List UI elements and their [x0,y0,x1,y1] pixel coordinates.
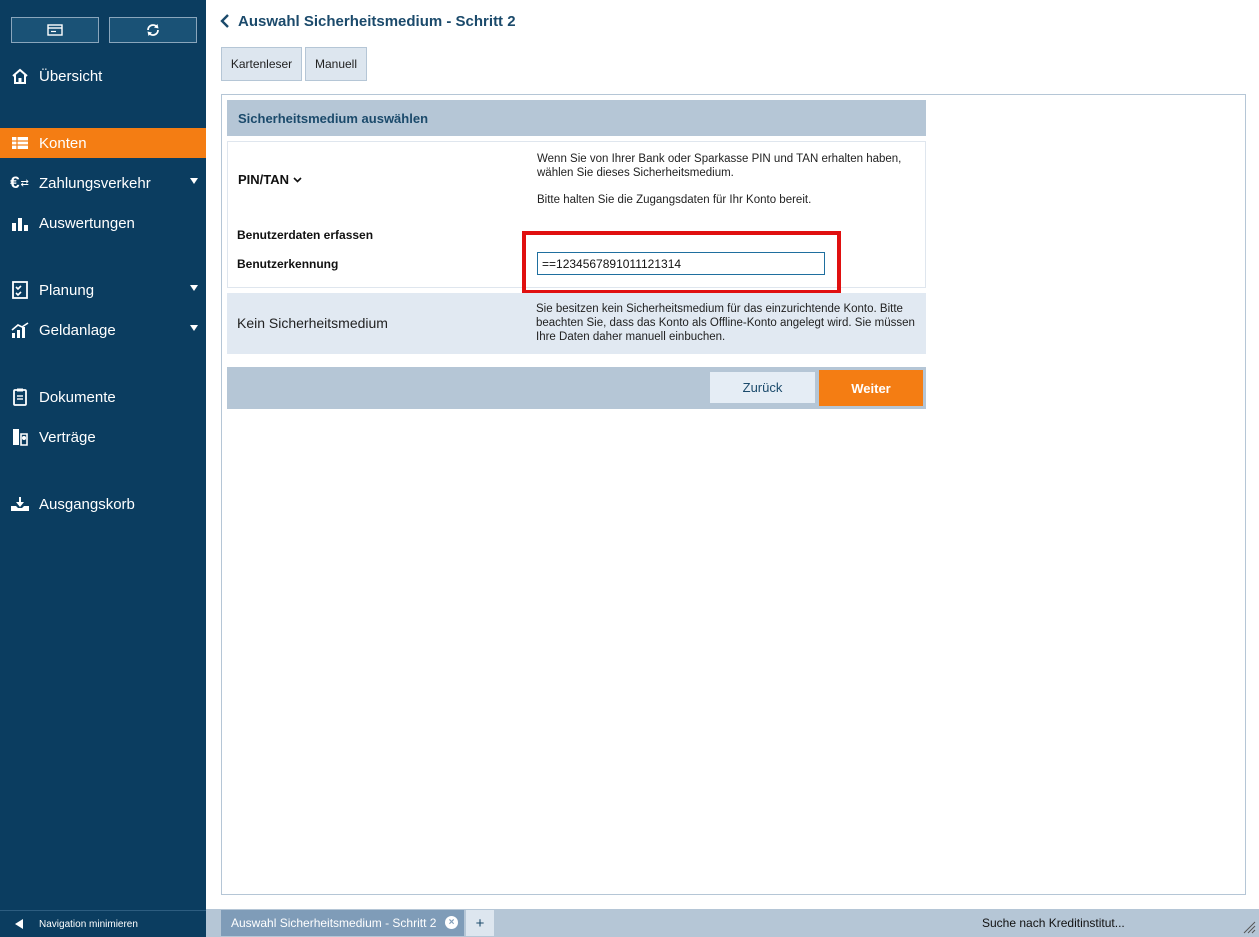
sidebar-item-label: Übersicht [39,67,103,85]
sidebar-item-geldanlage[interactable]: Geldanlage [0,315,206,345]
document-tab-label: Auswahl Sicherheitsmedium - Schritt 2 [231,916,437,930]
sidebar-item-label: Geldanlage [39,321,116,339]
no-security-medium-label: Kein Sicherheitsmedium [237,315,388,331]
sidebar-item-label: Ausgangskorb [39,495,135,513]
pin-tan-label: PIN/TAN [238,172,290,187]
sidebar-item-label: Verträge [39,428,96,446]
chevron-down-icon [190,285,198,291]
sidebar-item-label: Auswertungen [39,214,135,232]
sidebar-item-auswertungen[interactable]: Auswertungen [0,208,206,238]
chevron-down-icon [190,178,198,184]
minimize-navigation-label: Navigation minimieren [39,918,138,930]
euro-transfer-icon: € ⇄ [10,173,29,192]
main-content: Auswahl Sicherheitsmedium - Schritt 2 Ka… [206,0,1259,937]
sidebar-item-dokumente[interactable]: Dokumente [0,382,206,412]
card-view-button[interactable] [11,17,99,43]
add-tab-button[interactable]: + [466,910,494,936]
no-security-medium-panel[interactable]: Kein Sicherheitsmedium Sie besitzen kein… [227,293,926,354]
triangle-left-icon [15,919,23,929]
sidebar-item-planung[interactable]: Planung [0,275,206,305]
chevron-down-icon [190,325,198,331]
refresh-button[interactable] [109,17,197,43]
sidebar-item-label: Zahlungsverkehr [39,174,151,192]
status-text: Suche nach Kreditinstitut... [982,916,1125,930]
minimize-navigation-button[interactable]: Navigation minimieren [0,910,206,937]
section-header: Sicherheitsmedium auswählen [227,100,926,136]
outbox-icon [0,496,39,512]
title-row: Auswahl Sicherheitsmedium - Schritt 2 [220,11,516,31]
back-button[interactable]: Zurück [710,372,815,403]
growth-chart-icon [0,322,39,338]
document-tab[interactable]: Auswahl Sicherheitsmedium - Schritt 2 × [221,910,464,936]
tab-manuell[interactable]: Manuell [305,47,367,81]
planning-icon [0,281,39,299]
tab-kartenleser[interactable]: Kartenleser [221,47,302,81]
next-button[interactable]: Weiter [819,370,923,406]
contracts-icon [0,428,39,446]
user-data-heading: Benutzerdaten erfassen [237,228,374,242]
sidebar-item-vertraege[interactable]: Verträge [0,422,206,452]
no-security-medium-description: Sie besitzen kein Sicherheitsmedium für … [536,303,915,343]
sidebar-item-zahlungsverkehr[interactable]: € ⇄ Zahlungsverkehr [0,168,206,198]
close-icon[interactable]: × [445,916,458,929]
sidebar: Übersicht Konten € ⇄ Zahlungsverkehr Ausw… [0,0,206,937]
documents-icon [0,388,39,406]
pin-tan-option[interactable]: PIN/TAN [238,172,302,187]
sidebar-item-label: Dokumente [39,388,116,406]
card-icon [47,24,63,36]
chevron-down-icon [293,176,302,183]
page-title: Auswahl Sicherheitsmedium - Schritt 2 [238,12,516,30]
content-frame: Sicherheitsmedium auswählen PIN/TAN Wenn… [221,94,1246,895]
user-id-label: Benutzerkennung [237,257,339,271]
sidebar-item-konten[interactable]: Konten [0,128,206,158]
chevron-left-icon[interactable] [220,14,230,28]
bar-chart-icon [0,215,39,231]
accounts-icon [0,136,39,150]
sidebar-item-label: Konten [39,134,87,152]
sidebar-item-label: Planung [39,281,95,299]
resize-grip-icon[interactable] [1242,920,1256,934]
home-icon [0,68,39,84]
status-bar: Auswahl Sicherheitsmedium - Schritt 2 × … [206,909,1259,937]
sidebar-item-uebersicht[interactable]: Übersicht [0,61,206,91]
user-id-input[interactable] [537,252,825,275]
refresh-icon [147,24,159,36]
pin-tan-description: Wenn Sie von Ihrer Bank oder Sparkasse P… [537,153,902,179]
pin-tan-hint: Bitte halten Sie die Zugangsdaten für Ih… [537,194,812,206]
sidebar-item-ausgangskorb[interactable]: Ausgangskorb [0,489,206,519]
pin-tan-panel[interactable]: PIN/TAN Wenn Sie von Ihrer Bank oder Spa… [227,141,926,294]
action-bar: Zurück Weiter [227,367,926,409]
